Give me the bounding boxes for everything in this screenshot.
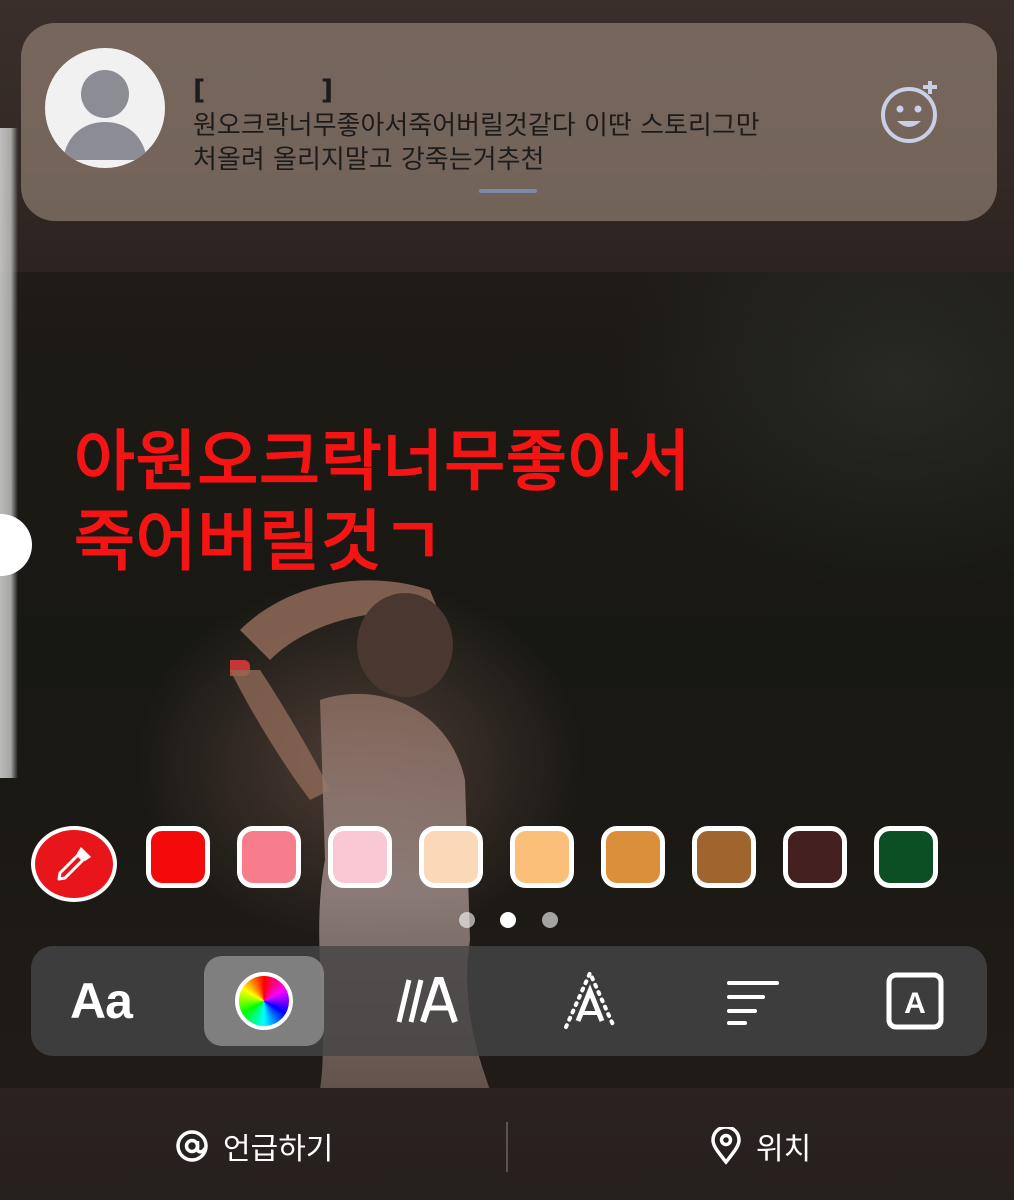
eyedropper-icon (57, 847, 91, 881)
location-label: 위치 (756, 1132, 812, 1167)
text-background-button[interactable]: A (855, 956, 975, 1046)
add-emoji-icon[interactable] (879, 81, 943, 145)
mention-button[interactable]: 언급하기 (175, 1118, 333, 1174)
text-align-icon (727, 981, 779, 1025)
location-button[interactable]: 위치 (710, 1118, 811, 1174)
text-effect-icon (564, 969, 616, 1029)
color-picker-button[interactable] (204, 956, 324, 1046)
eyedropper-button[interactable] (31, 826, 117, 902)
color-swatch-light-orange[interactable] (510, 826, 574, 888)
color-palette (0, 826, 1014, 902)
notification-line-2: 처올려 올리지말고 강죽는거추천 (193, 145, 545, 175)
caption-line-2: 죽어버릴것ㄱ (74, 503, 445, 580)
color-swatch-red[interactable] (146, 826, 210, 888)
notification-line-1: 원오크락너무좋아서죽어버릴것같다 이딴 스토리그만 (193, 111, 760, 141)
location-pin-icon (711, 1127, 741, 1165)
color-swatch-brown[interactable] (692, 826, 756, 888)
notification-message: 원오크락너무좋아서죽어버릴것같다 이딴 스토리그만 처올려 올리지말고 강죽는거… (193, 109, 853, 177)
color-swatch-pink[interactable] (237, 826, 301, 888)
notification-grab-handle (479, 189, 537, 193)
notification-sender: [ ] (193, 75, 335, 106)
text-align-button[interactable] (693, 956, 813, 1046)
text-animation-icon (396, 977, 458, 1023)
mention-label: 언급하기 (223, 1132, 334, 1167)
message-notification[interactable]: [ ] 원오크락너무좋아서죽어버릴것같다 이딴 스토리그만 처올려 올리지말고 … (21, 23, 997, 221)
page-dot-3 (542, 912, 558, 928)
screen-edge-panel (0, 128, 18, 778)
color-wheel-icon (235, 972, 293, 1030)
story-editor-screen: [ ] 원오크락너무좋아서죽어버릴것같다 이딴 스토리그만 처올려 올리지말고 … (0, 0, 1014, 1200)
page-dot-2 (500, 912, 516, 928)
color-swatch-green[interactable] (874, 826, 938, 888)
caption-line-1: 아원오크락너무좋아서 (74, 423, 692, 500)
palette-page-indicator (456, 912, 566, 930)
bottom-bar-divider (506, 1122, 508, 1172)
text-background-icon: A (886, 972, 944, 1030)
at-sign-icon (176, 1130, 208, 1162)
color-swatch-light-pink[interactable] (328, 826, 392, 888)
story-text-caption[interactable]: 아원오크락너무좋아서 죽어버릴것ㄱ (74, 422, 691, 582)
page-dot-1 (459, 912, 475, 928)
svg-text:A: A (904, 987, 926, 1020)
text-effect-button[interactable] (530, 956, 650, 1046)
text-animation-button[interactable] (367, 956, 487, 1046)
color-swatch-peach[interactable] (419, 826, 483, 888)
color-swatch-dark-brown[interactable] (783, 826, 847, 888)
default-profile-icon (45, 48, 165, 168)
color-swatch-orange[interactable] (601, 826, 665, 888)
text-tools-toolbar: Aa A (31, 946, 987, 1056)
font-style-icon: Aa (70, 973, 133, 1029)
font-style-button[interactable]: Aa (41, 956, 161, 1046)
